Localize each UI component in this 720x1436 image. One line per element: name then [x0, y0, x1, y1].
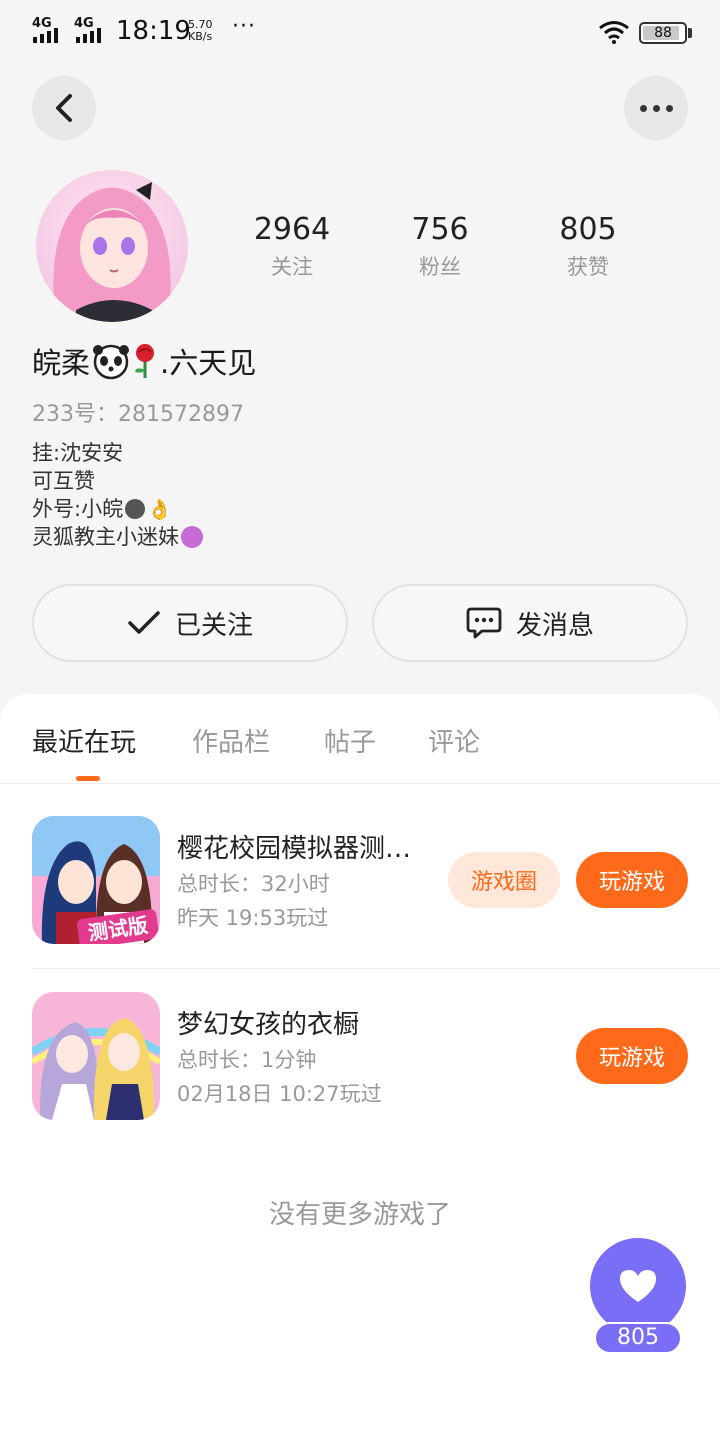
play-game-button[interactable]: 玩游戏 [576, 1028, 688, 1084]
followed-label: 已关注 [174, 610, 253, 641]
game-last-played: 昨天 19:53玩过 [177, 906, 329, 930]
chevron-left-icon [56, 94, 72, 122]
game-circle-button[interactable]: 游戏圈 [448, 852, 560, 908]
rose-emoji-icon [135, 344, 155, 378]
net-speed-unit: KB/s [188, 30, 213, 43]
panda-emoji-icon [93, 344, 130, 380]
more-dot [652, 104, 660, 112]
bio-text: 挂:沈安安 [32, 441, 124, 465]
user-id: 233号：281572897 [32, 402, 244, 427]
stat-followers[interactable]: 756 粉丝 [370, 212, 510, 282]
game-title[interactable]: 樱花校园模拟器测… [177, 828, 437, 865]
grin-emoji-icon [125, 499, 146, 519]
stat-likes[interactable]: 805 获赞 [518, 212, 658, 282]
back-button[interactable] [32, 76, 96, 140]
signal-icon-1 [33, 28, 58, 43]
bio-line: 外号:小皖 👌 [32, 495, 203, 523]
heart-icon [620, 1270, 656, 1302]
like-count: 805 [594, 1322, 682, 1354]
notification-more-icon: ··· [232, 14, 256, 39]
wifi-icon [599, 21, 629, 44]
bio-text: 外号:小皖 [32, 497, 124, 521]
send-message-button[interactable]: 发消息 [372, 584, 688, 662]
active-tab-indicator [76, 776, 100, 781]
likes-count: 805 [559, 212, 617, 247]
following-count: 2964 [253, 212, 331, 247]
bio-text: 灵狐教主小迷妹 [32, 525, 179, 549]
avatar[interactable] [36, 170, 188, 322]
likes-label: 获赞 [567, 255, 609, 279]
game-last-played: 02月18日 10:27玩过 [177, 1082, 382, 1106]
nickname-suffix: .六天见 [160, 346, 257, 380]
person-gesture-emoji-icon [181, 526, 203, 548]
bio-line: 可互赞 [32, 467, 203, 495]
more-options-button[interactable] [624, 76, 688, 140]
no-more-games-text: 没有更多游戏了 [268, 1200, 451, 1230]
battery-percent: 88 [654, 25, 672, 41]
chat-bubble-icon [466, 607, 502, 639]
bio: 挂:沈安安 可互赞 外号:小皖 👌 灵狐教主小迷妹 [32, 439, 203, 551]
followed-button[interactable]: 已关注 [32, 584, 348, 662]
game-list-item[interactable]: 梦幻女孩的衣橱 总时长：1分钟 02月18日 10:27玩过 玩游戏 [0, 960, 720, 1136]
signal-icon-2 [76, 28, 101, 43]
bio-line: 挂:沈安安 [32, 439, 203, 467]
tab-recently-played[interactable]: 最近在玩 [32, 722, 136, 759]
battery-icon: 88 [639, 22, 687, 44]
game-icon-sakura[interactable]: 测试版 [32, 816, 160, 944]
status-bar: 4G 4G 18:19 5.70 KB/s ··· 88 [0, 0, 720, 66]
tab-comments[interactable]: 评论 [428, 722, 480, 759]
following-label: 关注 [271, 255, 313, 279]
nickname: 皖柔 .六天见 [32, 340, 256, 382]
ok-hand-emoji-icon: 👌 [147, 497, 172, 521]
bio-line: 灵狐教主小迷妹 [32, 523, 203, 551]
stat-following[interactable]: 2964 关注 [222, 212, 362, 282]
followers-count: 756 [411, 212, 469, 247]
play-game-button[interactable]: 玩游戏 [576, 852, 688, 908]
tab-posts[interactable]: 帖子 [324, 722, 376, 759]
avatar-illustration [36, 170, 188, 322]
game-art: 测试版 [32, 816, 160, 944]
game-art [32, 992, 160, 1120]
game-icon-dream-closet[interactable] [32, 992, 160, 1120]
tab-bar: 最近在玩 作品栏 帖子 评论 [0, 694, 720, 784]
more-dot [665, 104, 673, 112]
game-total-duration: 总时长：32小时 [177, 872, 330, 896]
battery-tip [688, 28, 692, 38]
clock: 18:19 [116, 16, 191, 46]
check-icon [128, 611, 160, 634]
send-message-label: 发消息 [515, 610, 594, 641]
game-list-item[interactable]: 测试版 樱花校园模拟器测… 总时长：32小时 昨天 19:53玩过 游戏圈 玩游… [0, 784, 720, 960]
game-total-duration: 总时长：1分钟 [177, 1048, 317, 1072]
game-title[interactable]: 梦幻女孩的衣橱 [177, 1004, 359, 1041]
nickname-prefix: 皖柔 [32, 346, 91, 380]
tab-works[interactable]: 作品栏 [192, 722, 270, 759]
net-speed: 5.70 KB/s [188, 19, 213, 43]
more-dot [639, 104, 647, 112]
bio-text: 可互赞 [32, 469, 95, 493]
followers-label: 粉丝 [419, 255, 461, 279]
like-button[interactable] [590, 1238, 686, 1334]
